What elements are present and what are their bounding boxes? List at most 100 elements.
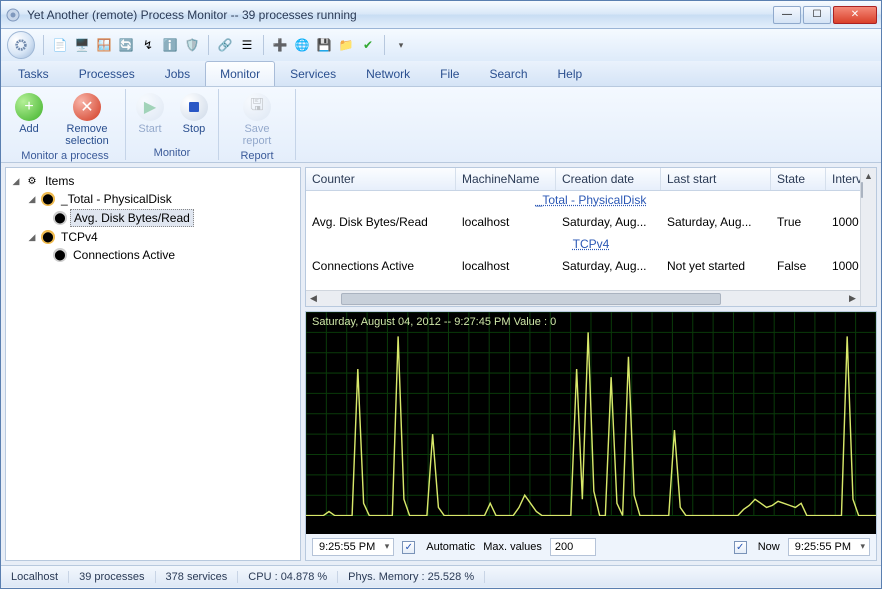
chart-panel: Saturday, August 04, 2012 -- 9:27:45 PM … [305, 311, 877, 561]
menu-tasks[interactable]: Tasks [3, 61, 64, 86]
tree-node[interactable]: ◢⬤TCPv4 [10, 228, 296, 246]
scroll-vthumb[interactable] [861, 182, 863, 198]
menubar: TasksProcessesJobsMonitorServicesNetwork… [1, 61, 881, 87]
grid-group-header[interactable]: _Total - PhysicalDisk [306, 191, 876, 209]
ribbon: +Add✕Remove selectionMonitor a process▶S… [1, 87, 881, 163]
menu-jobs[interactable]: Jobs [150, 61, 205, 86]
grid-cell: Saturday, Aug... [556, 213, 661, 231]
grid-cell: localhost [456, 257, 556, 275]
remove-selection-button[interactable]: ✕Remove selection [53, 91, 121, 149]
app-icon [5, 7, 21, 23]
info-icon[interactable]: ℹ️ [162, 37, 178, 53]
scroll-thumb[interactable] [341, 293, 721, 305]
remove-selection-icon: ✕ [73, 93, 101, 121]
max-values-label: Max. values [483, 541, 542, 553]
tree-root[interactable]: ◢ ⚙ Items [10, 172, 296, 190]
status-services: 378 services [156, 571, 239, 583]
ribbon-group-label: Monitor [154, 146, 191, 160]
collapse-icon[interactable]: ◢ [26, 194, 38, 205]
grid-header: CounterMachineNameCreation dateLast star… [306, 168, 876, 191]
globe-icon[interactable]: 🌐 [294, 37, 310, 53]
time-range-end[interactable]: 9:25:55 PM [788, 538, 870, 556]
table-row[interactable]: Avg. Disk Bytes/ReadlocalhostSaturday, A… [306, 209, 876, 235]
max-values-input[interactable] [550, 538, 596, 556]
status-memory: Phys. Memory : 25.528 % [338, 571, 485, 583]
link-icon[interactable]: 🔗 [217, 37, 233, 53]
tree-leaf[interactable]: ⬤Connections Active [10, 246, 296, 264]
automatic-checkbox[interactable]: ✓ [402, 541, 415, 554]
close-button[interactable]: ✕ [833, 6, 877, 24]
collapse-icon[interactable]: ◢ [26, 232, 38, 243]
stop-button[interactable]: Stop [174, 91, 214, 146]
status-cpu: CPU : 04.878 % [238, 571, 338, 583]
statusbar: Localhost 39 processes 378 services CPU … [1, 565, 881, 587]
scroll-right-icon[interactable]: ▶ [845, 291, 860, 306]
grid-column-header[interactable]: Creation date [556, 168, 661, 190]
scroll-up-icon[interactable]: ▲ [861, 168, 876, 183]
grid-cell: localhost [456, 213, 556, 231]
grid-cell: True [771, 213, 826, 231]
menu-file[interactable]: File [425, 61, 474, 86]
separator [384, 35, 385, 55]
scroll-left-icon[interactable]: ◀ [306, 291, 321, 306]
menu-processes[interactable]: Processes [64, 61, 150, 86]
save-report-icon: 🖫 [243, 93, 271, 121]
grid-column-header[interactable]: Counter [306, 168, 456, 190]
gear-icon: ⚙ [25, 174, 39, 188]
menu-search[interactable]: Search [474, 61, 542, 86]
ribbon-group-label: Monitor a process [21, 149, 108, 163]
collapse-icon[interactable]: ◢ [10, 176, 22, 187]
chart-controls: 9:25:55 PM ✓ Automatic Max. values ✓ Now… [306, 534, 876, 560]
folder-icon[interactable]: 📁 [338, 37, 354, 53]
tree-leaf[interactable]: ⬤Avg. Disk Bytes/Read [10, 208, 296, 228]
maximize-button[interactable]: ☐ [803, 6, 831, 24]
refresh-icon[interactable]: 🔄 [118, 37, 134, 53]
check-icon[interactable]: ✔ [360, 37, 376, 53]
titlebar: Yet Another (remote) Process Monitor -- … [1, 1, 881, 29]
grid-column-header[interactable]: Last start [661, 168, 771, 190]
now-checkbox[interactable]: ✓ [734, 541, 747, 554]
grid-body: _Total - PhysicalDiskAvg. Disk Bytes/Rea… [306, 191, 876, 305]
document-icon[interactable]: 📄 [52, 37, 68, 53]
ribbon-button-label: Stop [183, 123, 206, 135]
menu-help[interactable]: Help [543, 61, 598, 86]
network-icon[interactable]: ↯ [140, 37, 156, 53]
grid-cell: Avg. Disk Bytes/Read [306, 213, 456, 231]
ribbon-button-label: Save report [229, 123, 285, 147]
time-range-start[interactable]: 9:25:55 PM [312, 538, 394, 556]
add-icon[interactable]: ➕ [272, 37, 288, 53]
status-host: Localhost [1, 571, 69, 583]
quick-toolbar: 📄 🖥️ 🪟 🔄 ↯ ℹ️ 🛡️ 🔗 ☰ ➕ 🌐 💾 📁 ✔ ▾ [1, 29, 881, 61]
tree-node[interactable]: ◢⬤_Total - PhysicalDisk [10, 190, 296, 208]
monitor-icon[interactable]: 🖥️ [74, 37, 90, 53]
start-icon: ▶ [136, 93, 164, 121]
horizontal-scrollbar[interactable]: ◀ ▶ [306, 290, 860, 306]
grid-cell: Saturday, Aug... [661, 213, 771, 231]
automatic-label: Automatic [426, 541, 475, 553]
ribbon-button-label: Remove selection [59, 123, 115, 147]
vertical-scrollbar[interactable]: ▲ [860, 168, 876, 306]
menu-services[interactable]: Services [275, 61, 351, 86]
chart-overlay-text: Saturday, August 04, 2012 -- 9:27:45 PM … [312, 316, 556, 328]
save-icon[interactable]: 💾 [316, 37, 332, 53]
add-button[interactable]: +Add [9, 91, 49, 149]
window-icon[interactable]: 🪟 [96, 37, 112, 53]
add-icon: + [15, 93, 43, 121]
menu-network[interactable]: Network [351, 61, 425, 86]
start-button: ▶Start [130, 91, 170, 146]
status-processes: 39 processes [69, 571, 155, 583]
separator [263, 35, 264, 55]
grid-group-header[interactable]: TCPv4 [306, 235, 876, 253]
grid-column-header[interactable]: State [771, 168, 826, 190]
minimize-button[interactable]: — [773, 6, 801, 24]
shield-icon[interactable]: 🛡️ [184, 37, 200, 53]
table-row[interactable]: Connections ActivelocalhostSaturday, Aug… [306, 253, 876, 279]
menu-monitor[interactable]: Monitor [205, 61, 275, 86]
chart-canvas: Saturday, August 04, 2012 -- 9:27:45 PM … [306, 312, 876, 534]
save-report-button: 🖫Save report [223, 91, 291, 149]
ribbon-group: 🖫Save reportReport [219, 89, 296, 160]
list-icon[interactable]: ☰ [239, 37, 255, 53]
grid-column-header[interactable]: MachineName [456, 168, 556, 190]
dropdown-arrow-icon[interactable]: ▾ [393, 37, 409, 53]
app-menu-orb[interactable] [7, 31, 35, 59]
